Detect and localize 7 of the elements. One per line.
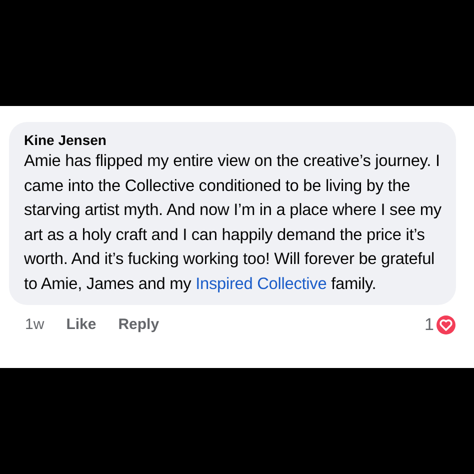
comment-time: 1w bbox=[25, 316, 44, 334]
reaction-count: 1 bbox=[424, 314, 434, 335]
comment-text: Amie has flipped my entire view on the creative’s journey. I came into the Collective conditioned to be living by the starving artist myth. And now I’m in a place where I see my art as a holy craft and I can happily demand the price it’s worth. And it’s fucking working too! Will forever be grateful to Amie, James and my Inspired Collective family. bbox=[24, 151, 442, 295]
group-link[interactable]: Inspired Collective bbox=[196, 274, 327, 293]
reply-button[interactable]: Reply bbox=[118, 316, 160, 334]
author-name[interactable]: Kine Jensen bbox=[24, 131, 444, 149]
like-button[interactable]: Like bbox=[66, 316, 96, 334]
